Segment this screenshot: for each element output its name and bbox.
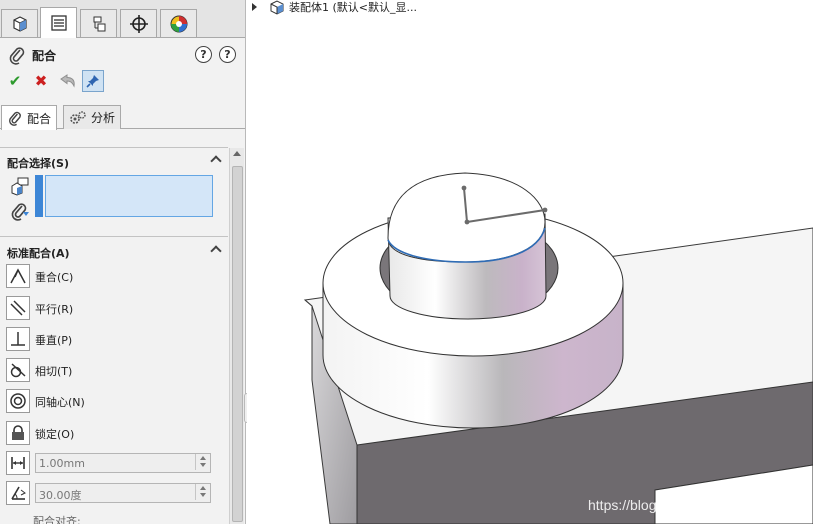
perpendicular-mate-button[interactable]: 垂直(P) bbox=[6, 327, 226, 353]
selection-list-icon bbox=[8, 175, 32, 197]
angle-row: 30.00度 bbox=[6, 481, 216, 505]
collapse-chevron-icon bbox=[210, 245, 222, 257]
pushpin-icon bbox=[86, 75, 99, 88]
mate-alignment-label: 配合对齐: bbox=[33, 515, 81, 524]
property-manager-panel: 配合 ? ? ✔ ✖ 配合 分析 配合选择(S) 标准配合(A) 重合(C) 平… bbox=[0, 0, 246, 524]
panel-scrollbar[interactable] bbox=[229, 148, 244, 524]
mate-paperclip-icon bbox=[9, 111, 21, 126]
tab-property-manager[interactable] bbox=[40, 7, 77, 38]
mate-selection-title: 配合选择(S) bbox=[7, 157, 69, 170]
lock-mate-button[interactable]: 锁定(O) bbox=[6, 421, 226, 447]
feature-tree-root[interactable]: 装配体1 (默认<默认_显... bbox=[252, 0, 417, 15]
tab-analysis-label: 分析 bbox=[91, 111, 116, 125]
undo-icon bbox=[60, 74, 75, 88]
assembly-icon bbox=[270, 0, 284, 15]
property-manager-icon bbox=[50, 15, 67, 31]
parallel-icon bbox=[6, 296, 30, 320]
cancel-button[interactable]: ✖ bbox=[30, 70, 52, 92]
angle-mate-icon[interactable] bbox=[6, 481, 30, 505]
scroll-up-arrow-icon[interactable] bbox=[233, 151, 241, 156]
distance-input[interactable]: 1.00mm bbox=[35, 453, 211, 473]
tangent-mate-button[interactable]: 相切(T) bbox=[6, 358, 226, 384]
help-icon[interactable]: ? bbox=[219, 46, 236, 63]
coincident-mate-button[interactable]: 重合(C) bbox=[6, 264, 226, 290]
graphics-viewport[interactable] bbox=[247, 0, 813, 524]
parallel-mate-button[interactable]: 平行(R) bbox=[6, 296, 226, 322]
tab-configuration-manager[interactable] bbox=[80, 9, 117, 37]
tab-dimxpert[interactable] bbox=[120, 9, 157, 37]
tab-display-manager[interactable] bbox=[160, 9, 197, 37]
divider bbox=[0, 236, 228, 237]
tab-mates[interactable]: 配合 bbox=[1, 105, 58, 130]
multiple-mate-icon[interactable] bbox=[8, 200, 32, 222]
concentric-mate-button[interactable]: 同轴心(N) bbox=[6, 389, 226, 415]
lock-label: 锁定(O) bbox=[35, 428, 75, 441]
gears-icon bbox=[70, 110, 86, 124]
keep-visible-pin-button[interactable] bbox=[82, 70, 104, 92]
tab-analysis[interactable]: 分析 bbox=[63, 105, 122, 129]
angle-input[interactable]: 30.00度 bbox=[35, 483, 211, 503]
distance-mate-icon[interactable] bbox=[6, 451, 30, 475]
watermark-text: https://blog.csdn.net/chengoes bbox=[588, 497, 778, 513]
action-buttons: ✔ ✖ bbox=[4, 70, 114, 94]
distance-spinner[interactable] bbox=[195, 454, 210, 470]
divider bbox=[0, 147, 228, 148]
dimxpert-icon bbox=[129, 14, 148, 33]
coincident-label: 重合(C) bbox=[35, 271, 74, 284]
tangent-label: 相切(T) bbox=[35, 365, 73, 378]
mate-selection-section-header[interactable]: 配合选择(S) bbox=[0, 152, 228, 172]
lock-icon bbox=[6, 421, 30, 445]
whats-wrong-help-icon[interactable]: ? bbox=[195, 46, 212, 63]
manager-tabs bbox=[0, 0, 245, 38]
feature-manager-icon bbox=[12, 15, 27, 32]
concentric-icon bbox=[6, 389, 30, 413]
distance-row: 1.00mm bbox=[6, 451, 216, 475]
mate-entities-icon bbox=[11, 177, 29, 196]
scrollbar-thumb[interactable] bbox=[232, 166, 243, 522]
standard-mates-section-header[interactable]: 标准配合(A) bbox=[0, 242, 228, 262]
expand-arrow-icon[interactable] bbox=[252, 3, 257, 11]
property-manager-header: 配合 ? ? bbox=[6, 44, 240, 66]
page-title: 配合 bbox=[32, 49, 57, 63]
angle-spinner[interactable] bbox=[195, 484, 210, 500]
ok-button[interactable]: ✔ bbox=[4, 70, 26, 92]
coincident-icon bbox=[6, 264, 30, 288]
selection-active-indicator bbox=[35, 175, 43, 217]
collapse-chevron-icon bbox=[210, 155, 222, 167]
multi-mate-paperclip-icon bbox=[11, 203, 29, 221]
tab-mates-label: 配合 bbox=[27, 111, 52, 126]
assembly-model bbox=[303, 172, 813, 524]
perpendicular-label: 垂直(P) bbox=[35, 334, 73, 347]
assembly-name: 装配体1 (默认<默认_显... bbox=[289, 1, 417, 14]
concentric-label: 同轴心(N) bbox=[35, 396, 85, 409]
undo-button[interactable] bbox=[56, 70, 78, 92]
help-glyph: ? bbox=[200, 48, 207, 61]
tab-feature-manager[interactable] bbox=[1, 9, 38, 37]
tangent-icon bbox=[6, 358, 30, 382]
display-manager-icon bbox=[170, 15, 187, 32]
mate-paperclip-icon bbox=[9, 47, 25, 65]
perpendicular-icon bbox=[6, 327, 30, 351]
mate-subtabs: 配合 分析 bbox=[0, 105, 245, 130]
standard-mates-title: 标准配合(A) bbox=[7, 247, 70, 260]
mate-selections-list[interactable] bbox=[45, 175, 213, 217]
configuration-manager-icon bbox=[93, 16, 105, 31]
help-glyph-2: ? bbox=[224, 48, 231, 61]
parallel-label: 平行(R) bbox=[35, 303, 74, 316]
